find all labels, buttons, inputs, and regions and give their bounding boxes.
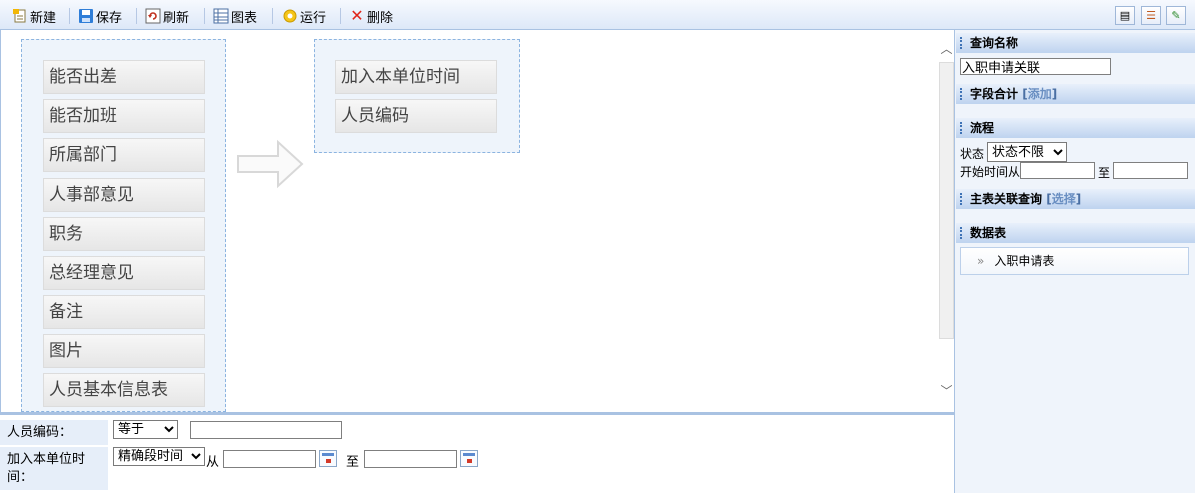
source-field[interactable]: 能否加班 [43,99,205,133]
status-label: 状态 [960,147,985,161]
data-table-header: 数据表 [956,223,1195,243]
new-button[interactable]: 新建 [12,7,57,26]
delete-label: 删除 [367,10,394,26]
source-field[interactable]: 所属部门 [43,138,205,172]
delete-x-icon: ✕ [350,6,364,25]
save-disk-icon [78,8,94,24]
operator-select[interactable]: 等于 [113,420,178,439]
from-date-input[interactable] [223,450,316,468]
run-gear-icon [282,8,298,24]
calendar-icon[interactable] [319,450,337,467]
flow-header: 流程 [956,118,1195,138]
query-name-header: 查询名称 [956,33,1195,53]
source-field[interactable]: 备注 [43,295,205,329]
run-label: 运行 [300,10,327,26]
source-field[interactable]: 图片 [43,334,205,368]
link-icon: ✎ [1171,9,1181,22]
section-title: 字段合计 [970,87,1019,101]
delete-button[interactable]: ✕ 删除 [349,6,394,26]
document-view-button[interactable]: ▤ [1115,6,1135,25]
refresh-label: 刷新 [163,10,190,26]
scroll-up-icon[interactable]: ︿ [938,40,955,57]
scroll-thumb[interactable] [939,62,954,339]
from-label: 从 [206,455,220,470]
to-date-input[interactable] [364,450,457,468]
condition-value-input[interactable] [190,421,342,439]
start-time-to-label: 至 [1098,166,1111,180]
to-label: 至 [346,455,360,470]
condition-label: 人员编码： [0,420,108,445]
master-select-link[interactable]: [选择] [1046,192,1081,206]
status-select[interactable]: 状态不限 [987,142,1067,162]
scroll-down-icon[interactable]: ﹀ [938,382,955,399]
source-field[interactable]: 人员基本信息表 [43,373,205,407]
master-query-header: 主表关联查询 [选择] [956,189,1195,209]
start-time-from-input[interactable] [1020,162,1095,179]
data-table-name: 入职申请表 [994,254,1055,268]
condition-label: 加入本单位时间： [0,447,108,490]
source-field[interactable]: 职务 [43,217,205,251]
link-button[interactable]: ✎ [1166,6,1186,25]
selected-field[interactable]: 加入本单位时间 [335,60,497,94]
section-title: 查询名称 [970,36,1019,50]
field-sum-add-link[interactable]: [添加] [1022,87,1057,101]
chart-button[interactable]: 图表 [213,7,258,26]
field-sum-header: 字段合计 [添加] [956,84,1195,104]
move-right-arrow-icon [237,139,304,189]
section-title: 流程 [970,121,995,135]
design-area: 能否出差 能否加班 所属部门 人事部意见 职务 总经理意见 备注 图片 人员基本… [0,30,955,412]
data-table-item[interactable]: » 入职申请表 [960,247,1189,275]
source-field-panel: 能否出差 能否加班 所属部门 人事部意见 职务 总经理意见 备注 图片 人员基本… [21,39,226,412]
condition-area: 人员编码： 等于 加入本单位时间： 精确段时间 从 至 [0,415,954,493]
source-field[interactable]: 人事部意见 [43,178,205,212]
property-sidebar: 查询名称 字段合计 [添加] 流程 状态 状态不限 开始时间从 至 主表关联查询… [954,30,1195,493]
selected-field-panel: 加入本单位时间 人员编码 [314,39,520,153]
new-document-icon [12,8,28,24]
vertical-scrollbar[interactable]: ︿ ﹀ [938,30,955,412]
query-name-input[interactable] [960,58,1111,75]
start-time-label: 开始时间从 [960,165,1021,179]
selected-field[interactable]: 人员编码 [335,99,497,133]
start-time-to-input[interactable] [1113,162,1188,179]
table-chart-icon [213,8,229,24]
toolbar: 新建 保存 刷新 图表 运行 ✕ 删除 ▤ ☰ ✎ [0,0,1195,30]
time-range-select[interactable]: 精确段时间 [113,447,205,466]
section-title: 主表关联查询 [970,192,1043,206]
refresh-button[interactable]: 刷新 [145,7,190,26]
source-field[interactable]: 能否出差 [43,60,205,94]
run-button[interactable]: 运行 [282,7,327,26]
chart-label: 图表 [231,10,258,26]
list-view-button[interactable]: ☰ [1141,6,1161,25]
double-chevron-icon: » [977,254,985,268]
new-label: 新建 [30,10,57,26]
calendar-icon[interactable] [460,450,478,467]
section-title: 数据表 [970,226,1007,240]
save-button[interactable]: 保存 [78,7,123,26]
list-view-icon: ☰ [1146,9,1156,22]
refresh-icon [145,8,161,24]
save-label: 保存 [96,10,123,26]
source-field[interactable]: 总经理意见 [43,256,205,290]
document-view-icon: ▤ [1119,9,1131,22]
